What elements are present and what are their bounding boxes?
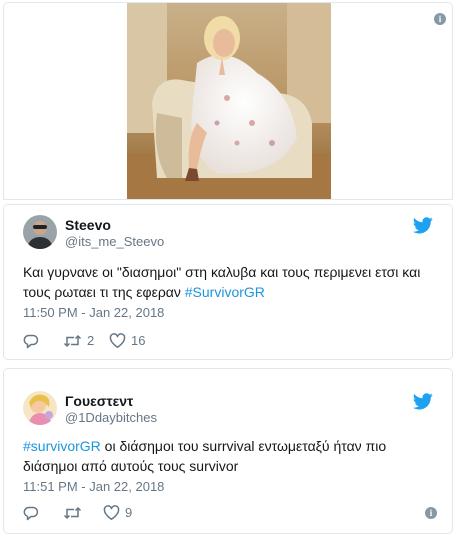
reply-button[interactable] [23, 504, 39, 522]
author-name[interactable]: Steevo [65, 216, 111, 234]
avatar[interactable] [23, 391, 57, 425]
retweet-icon [63, 506, 82, 520]
author-handle[interactable]: @1Ddaybitches [65, 410, 157, 426]
hashtag-link[interactable]: #survivorGR [23, 438, 101, 454]
tweet-text: #survivorGR οι διάσημοι του surrvival εν… [23, 436, 443, 476]
hashtag-link[interactable]: #SurvivorGR [185, 284, 265, 300]
author-handle[interactable]: @its_me_Steevo [65, 234, 164, 250]
like-icon [103, 505, 120, 520]
like-count: 16 [131, 333, 146, 348]
retweet-button[interactable]: 2 [63, 332, 94, 350]
twitter-bird-icon[interactable] [413, 217, 433, 234]
tweet-timestamp[interactable]: 11:50 PM - Jan 22, 2018 [23, 305, 164, 321]
tweet-header: Steevo @its_me_Steevo [23, 215, 433, 255]
like-count: 9 [125, 505, 133, 520]
tweet-card: Steevo @its_me_Steevo Και γυρνανε οι "δι… [3, 204, 453, 360]
twitter-bird-icon[interactable] [413, 393, 433, 410]
reply-icon [23, 506, 39, 521]
avatar[interactable] [23, 215, 57, 249]
tweet-header: Γουεστεντ @1Ddaybitches [23, 391, 433, 431]
author-name[interactable]: Γουεστεντ [65, 392, 133, 410]
like-button[interactable]: 16 [109, 332, 145, 350]
info-icon[interactable]: i [425, 507, 437, 519]
tweet-card: Γουεστεντ @1Ddaybitches #survivorGR οι δ… [3, 368, 453, 534]
retweet-icon [63, 334, 82, 348]
tweet-actions: 9 i [23, 504, 443, 522]
media-card: i [3, 2, 453, 200]
tweet-photo[interactable] [127, 3, 331, 199]
like-button[interactable]: 9 [103, 504, 132, 522]
reply-button[interactable] [23, 332, 39, 350]
reply-icon [23, 334, 39, 349]
info-icon[interactable]: i [434, 13, 446, 25]
tweet-actions: 2 16 [23, 332, 443, 350]
tweet-timestamp[interactable]: 11:51 PM - Jan 22, 2018 [23, 479, 164, 495]
retweet-count: 2 [87, 333, 95, 348]
retweet-button[interactable] [63, 504, 87, 522]
tweet-text: Και γυρνανε οι "διασημοι" στη καλυβα και… [23, 262, 443, 302]
like-icon [109, 333, 126, 348]
